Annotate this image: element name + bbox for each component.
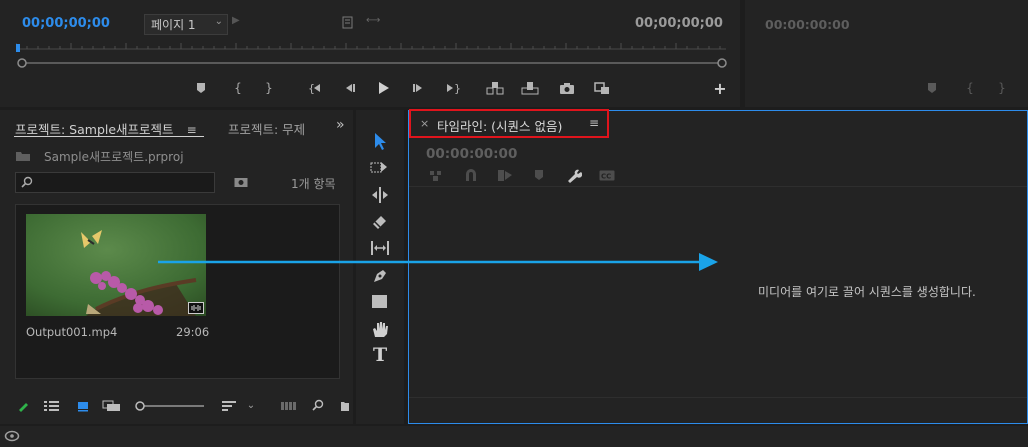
- snap-icon[interactable]: [464, 169, 478, 182]
- play-small-icon[interactable]: ▶: [232, 16, 240, 26]
- panel-overflow-icon[interactable]: »: [336, 117, 345, 133]
- in-point-icon[interactable]: {: [231, 81, 245, 95]
- slip-tool-icon[interactable]: [369, 238, 391, 258]
- audio-badge-icon: [188, 302, 204, 314]
- creative-cloud-icon[interactable]: [4, 429, 20, 445]
- type-tool-icon[interactable]: T: [373, 344, 387, 366]
- timeline-tab-label: 타임라인: (시퀀스 없음): [437, 119, 563, 134]
- add-marker-icon[interactable]: [534, 169, 546, 182]
- active-tab-underline: [14, 136, 204, 137]
- clip-thumbnail[interactable]: [26, 214, 206, 316]
- search-icon: [21, 176, 33, 188]
- status-bar: [0, 426, 1028, 447]
- out-point-icon[interactable]: }: [995, 81, 1009, 95]
- timeline-divider: [409, 186, 1027, 187]
- svg-text:}: }: [454, 82, 460, 94]
- time-ruler[interactable]: [16, 39, 726, 53]
- step-back-icon[interactable]: [342, 81, 356, 95]
- panel-menu-icon[interactable]: ≡: [589, 116, 599, 130]
- bin-area[interactable]: Output001.mp4 29:06: [15, 204, 340, 379]
- tab-project-label: 프로젝트: Sample새프로젝트: [15, 122, 174, 137]
- find-icon[interactable]: [233, 175, 249, 189]
- chevron-down-icon: ⌄: [214, 16, 223, 27]
- export-frame-icon[interactable]: [593, 80, 611, 96]
- project-file-name: Sample새프로젝트.prproj: [44, 150, 184, 164]
- list-view-icon[interactable]: [44, 399, 60, 413]
- zoom-slider[interactable]: [134, 399, 206, 413]
- item-count: 1개 항목: [291, 177, 336, 191]
- ripple-edit-tool-icon[interactable]: [369, 185, 391, 205]
- program-timecode: 00:00:00:00: [765, 17, 850, 32]
- go-to-in-icon[interactable]: {: [307, 81, 323, 95]
- timeline-tab[interactable]: × 타임라인: (시퀀스 없음) ≡: [409, 109, 609, 138]
- page-select[interactable]: 페이지 1 ⌄: [144, 14, 228, 35]
- drag-video-icon[interactable]: ⟷: [366, 16, 380, 26]
- page-select-value: 페이지 1: [151, 18, 196, 32]
- svg-text:CC: CC: [601, 173, 611, 181]
- icon-view-icon[interactable]: [76, 399, 90, 413]
- panel-menu-icon[interactable]: ≡: [187, 123, 197, 137]
- captions-icon[interactable]: CC: [599, 170, 615, 181]
- marker-icon[interactable]: [925, 81, 939, 95]
- program-monitor-panel: 00:00:00:00 { }: [745, 0, 1028, 107]
- timeline-timecode[interactable]: 00:00:00:00: [426, 146, 517, 162]
- wrench-icon[interactable]: [566, 168, 582, 183]
- out-point-icon[interactable]: }: [262, 81, 276, 95]
- timeline-scroll-divider: [409, 397, 1027, 398]
- track-select-tool-icon[interactable]: [369, 158, 391, 178]
- rectangle-tool-icon[interactable]: [369, 292, 391, 312]
- tools-panel: T: [356, 110, 404, 424]
- in-point-icon[interactable]: {: [963, 81, 977, 95]
- clip-duration: 29:06: [176, 325, 210, 339]
- go-to-out-icon[interactable]: }: [445, 81, 461, 95]
- source-timecode[interactable]: 00;00;00;00: [22, 16, 110, 31]
- search-input[interactable]: [15, 172, 215, 193]
- timeline-empty-message: 미디어를 여기로 끌어 시퀀스를 생성합니다.: [758, 285, 976, 299]
- project-panel: 프로젝트: Sample새프로젝트 ≡ 프로젝트: 무제 » Sample새프로…: [0, 110, 353, 424]
- svg-text:{: {: [308, 82, 315, 94]
- play-icon[interactable]: [376, 80, 392, 96]
- freeform-view-icon[interactable]: [102, 399, 122, 413]
- source-monitor-panel: 00;00;00;00 페이지 1 ⌄ ▶ ⟷ 00;00;00;00 { } …: [0, 0, 740, 107]
- step-forward-icon[interactable]: [412, 81, 426, 95]
- automate-to-sequence-icon[interactable]: [280, 399, 298, 413]
- overwrite-icon[interactable]: [521, 80, 539, 96]
- zoom-scroll-bar[interactable]: [16, 57, 728, 69]
- chevron-down-icon[interactable]: ⌄: [245, 399, 257, 413]
- close-icon[interactable]: ×: [420, 117, 429, 130]
- camera-icon[interactable]: [558, 80, 576, 96]
- pen-tool-icon[interactable]: [369, 265, 391, 285]
- settings-icon[interactable]: [341, 15, 353, 29]
- folder-icon: [15, 149, 31, 163]
- snap-nest-icon[interactable]: [429, 169, 443, 182]
- marker-icon[interactable]: [194, 81, 208, 95]
- sort-icon[interactable]: [222, 399, 238, 413]
- clip-name: Output001.mp4: [26, 325, 118, 339]
- add-icon[interactable]: +: [713, 81, 727, 97]
- find-bottom-icon[interactable]: [312, 399, 324, 411]
- linked-selection-icon[interactable]: [497, 169, 513, 182]
- timeline-panel[interactable]: × 타임라인: (시퀀스 없음) ≡ 00:00:00:00 CC 미디어를 여…: [408, 109, 1028, 424]
- insert-icon[interactable]: [486, 80, 504, 96]
- source-duration: 00;00;00;00: [635, 16, 723, 31]
- tab-project-inactive[interactable]: 프로젝트: 무제: [228, 119, 305, 138]
- hand-tool-icon[interactable]: [369, 319, 391, 339]
- new-bin-icon[interactable]: [339, 399, 351, 413]
- pencil-icon[interactable]: [16, 399, 30, 413]
- razor-tool-icon[interactable]: [369, 212, 391, 232]
- selection-tool-icon[interactable]: [369, 130, 391, 152]
